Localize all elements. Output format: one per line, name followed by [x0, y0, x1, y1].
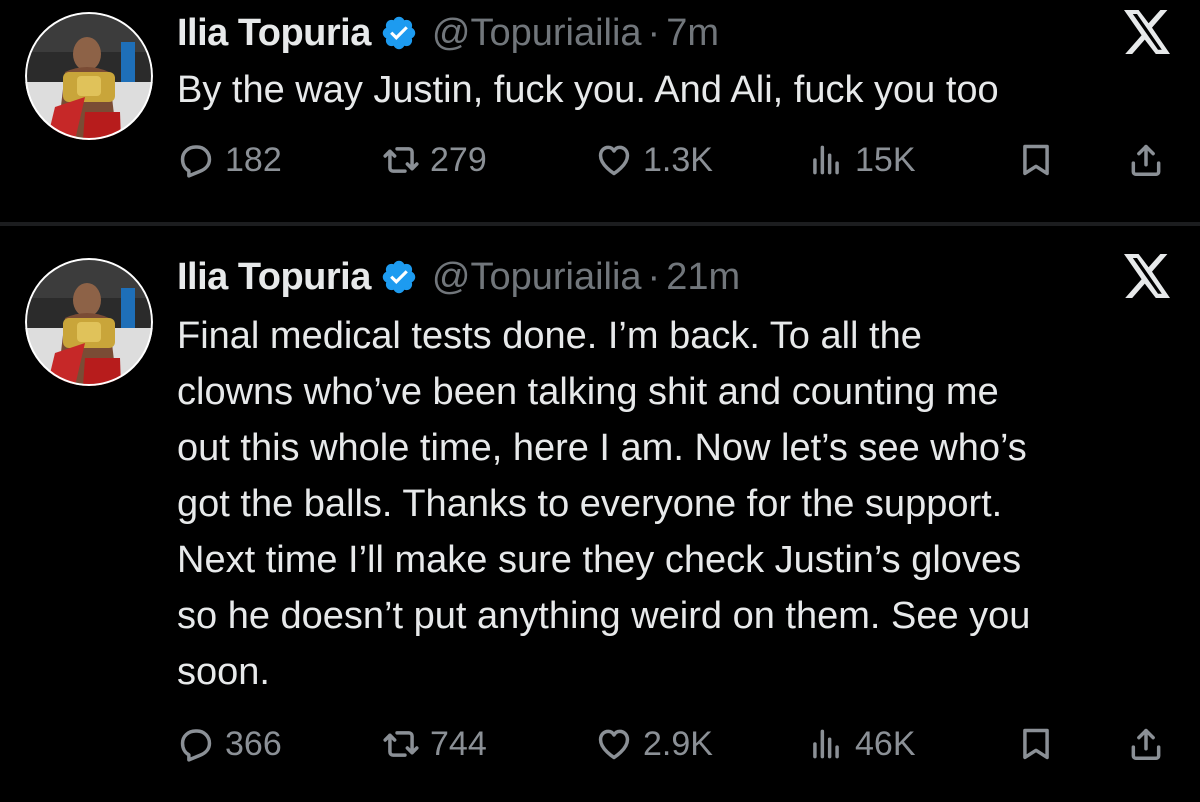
like-count: 2.9K — [643, 724, 713, 763]
tweet-header: Ilia Topuria @Topuriailia · 21m — [177, 252, 740, 302]
x-logo-icon — [1124, 254, 1170, 298]
views-chart-icon — [813, 729, 839, 759]
verified-badge-icon — [382, 260, 416, 294]
author-name[interactable]: Ilia Topuria — [177, 12, 371, 55]
reply-button[interactable]: 182 — [177, 138, 282, 182]
heart-icon — [598, 145, 630, 176]
tweet-actions: 366 744 2.9K 46K — [177, 722, 1172, 766]
views-chart-icon — [813, 145, 839, 175]
views-button[interactable]: 46K — [807, 722, 916, 766]
avatar[interactable] — [25, 12, 153, 140]
retweet-count: 744 — [430, 724, 487, 763]
like-count: 1.3K — [643, 140, 713, 179]
share-icon — [1131, 144, 1161, 176]
bookmark-button[interactable] — [1017, 138, 1055, 182]
retweet-icon — [383, 731, 419, 757]
retweet-icon — [383, 147, 419, 173]
reply-count: 366 — [225, 724, 282, 763]
author-name[interactable]: Ilia Topuria — [177, 256, 371, 299]
tweet-text: By the way Justin, fuck you. And Ali, fu… — [177, 69, 999, 111]
share-button[interactable] — [1127, 722, 1165, 766]
x-logo-icon — [1124, 10, 1170, 54]
author-handle[interactable]: @Topuriailia — [432, 256, 642, 299]
heart-icon — [598, 729, 630, 760]
separator-dot: · — [647, 255, 661, 298]
verified-badge-icon — [382, 16, 416, 50]
bookmark-icon — [1023, 728, 1049, 760]
tweet-header: Ilia Topuria @Topuriailia · 7m — [177, 8, 719, 58]
tweet[interactable]: Ilia Topuria @Topuriailia · 21m Final me… — [0, 226, 1200, 802]
bookmark-button[interactable] — [1017, 722, 1055, 766]
views-count: 15K — [855, 140, 916, 179]
share-button[interactable] — [1127, 138, 1165, 182]
views-button[interactable]: 15K — [807, 138, 916, 182]
retweet-button[interactable]: 744 — [382, 722, 487, 766]
bookmark-icon — [1023, 144, 1049, 176]
retweet-count: 279 — [430, 140, 487, 179]
like-button[interactable]: 2.9K — [595, 722, 713, 766]
author-handle[interactable]: @Topuriailia — [432, 12, 642, 55]
reply-button[interactable]: 366 — [177, 722, 282, 766]
avatar[interactable] — [25, 258, 153, 386]
tweet[interactable]: Ilia Topuria @Topuriailia · 7m By the wa… — [0, 0, 1200, 222]
reply-icon — [180, 145, 212, 178]
reply-icon — [180, 729, 212, 762]
separator-dot: · — [647, 11, 661, 54]
timestamp[interactable]: 21m — [666, 256, 740, 299]
tweet-text: Final medical tests done. I’m back. To a… — [177, 315, 1031, 693]
timestamp[interactable]: 7m — [666, 12, 719, 55]
share-icon — [1131, 728, 1161, 760]
tweet-actions: 182 279 1.3K 15K — [177, 138, 1172, 182]
views-count: 46K — [855, 724, 916, 763]
like-button[interactable]: 1.3K — [595, 138, 713, 182]
reply-count: 182 — [225, 140, 282, 179]
retweet-button[interactable]: 279 — [382, 138, 487, 182]
